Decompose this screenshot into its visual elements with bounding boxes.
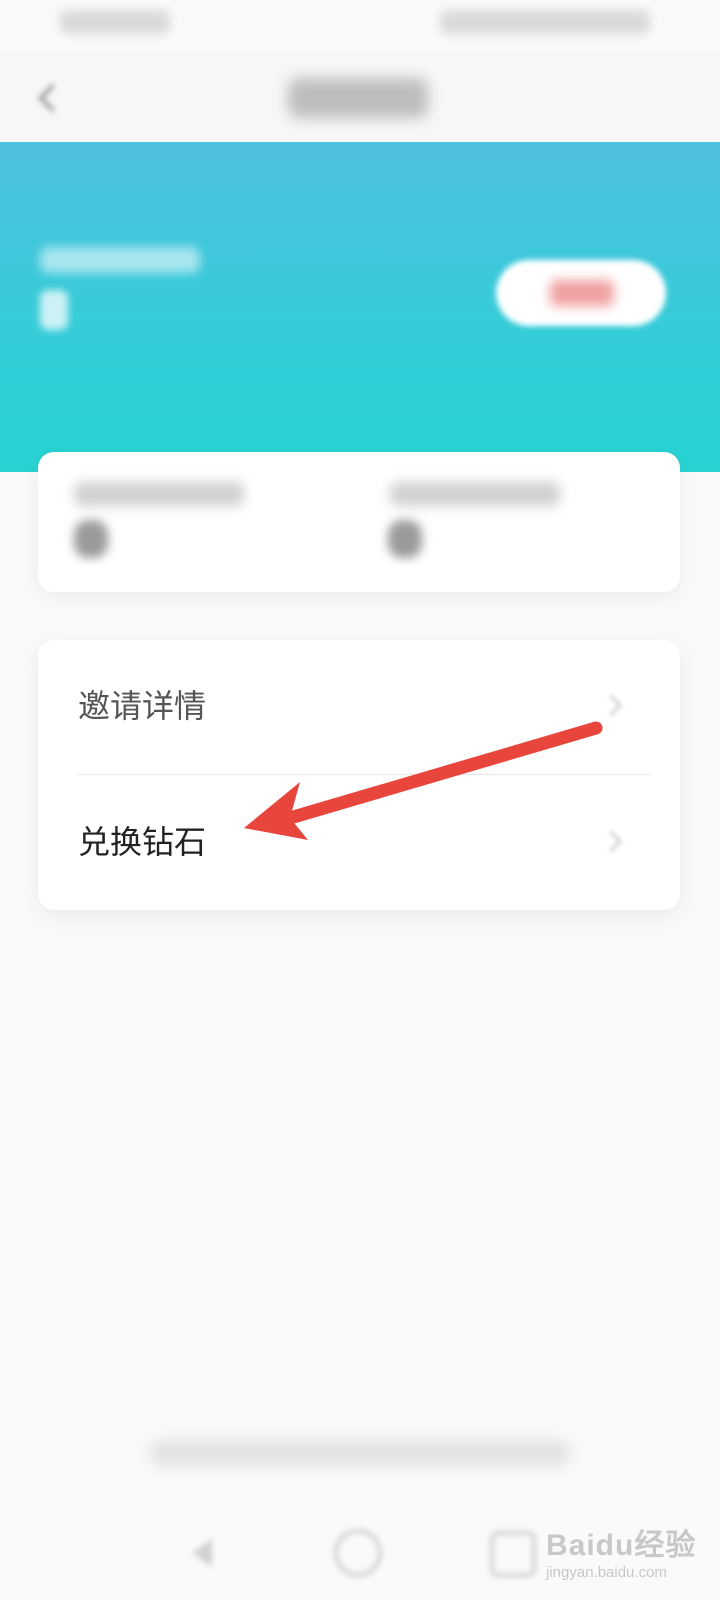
invite-banner (0, 142, 720, 472)
page-title-blurred (288, 78, 428, 118)
banner-value-blurred (40, 290, 68, 330)
chevron-right-icon (604, 832, 622, 850)
menu-item-exchange-diamonds[interactable]: 兑换钻石 (38, 776, 680, 910)
status-bar-indicators-blurred (440, 10, 650, 34)
stats-card (38, 452, 680, 592)
menu-item-invite-details[interactable]: 邀请详情 (38, 640, 680, 774)
nav-recents-icon[interactable] (490, 1531, 536, 1577)
banner-action-button[interactable] (496, 260, 666, 326)
stat-right-value-blurred (388, 520, 422, 558)
banner-button-label-blurred (550, 280, 614, 306)
back-icon[interactable] (28, 78, 68, 118)
divider (78, 774, 650, 775)
menu-item-label: 兑换钻石 (78, 823, 207, 861)
watermark-url: jingyan.baidu.com (546, 1564, 667, 1581)
status-bar-time-blurred (60, 10, 170, 34)
footer-note-blurred (150, 1440, 570, 1466)
menu-card: 邀请详情 兑换钻石 (38, 640, 680, 910)
stat-left-value-blurred (74, 520, 108, 558)
stat-right-label-blurred (390, 482, 560, 506)
nav-back-icon[interactable] (180, 1531, 224, 1575)
watermark-main: Baidu经验 (546, 1529, 697, 1562)
chevron-right-icon (604, 696, 622, 714)
nav-home-icon[interactable] (334, 1529, 382, 1577)
banner-label-blurred (40, 247, 200, 273)
stat-left-label-blurred (74, 482, 244, 506)
menu-item-label: 邀请详情 (78, 687, 207, 725)
baidu-jingyan-watermark: Baidu经验 jingyan.baidu.com (546, 1520, 706, 1590)
status-bar (0, 0, 720, 50)
app-bar (0, 50, 720, 142)
